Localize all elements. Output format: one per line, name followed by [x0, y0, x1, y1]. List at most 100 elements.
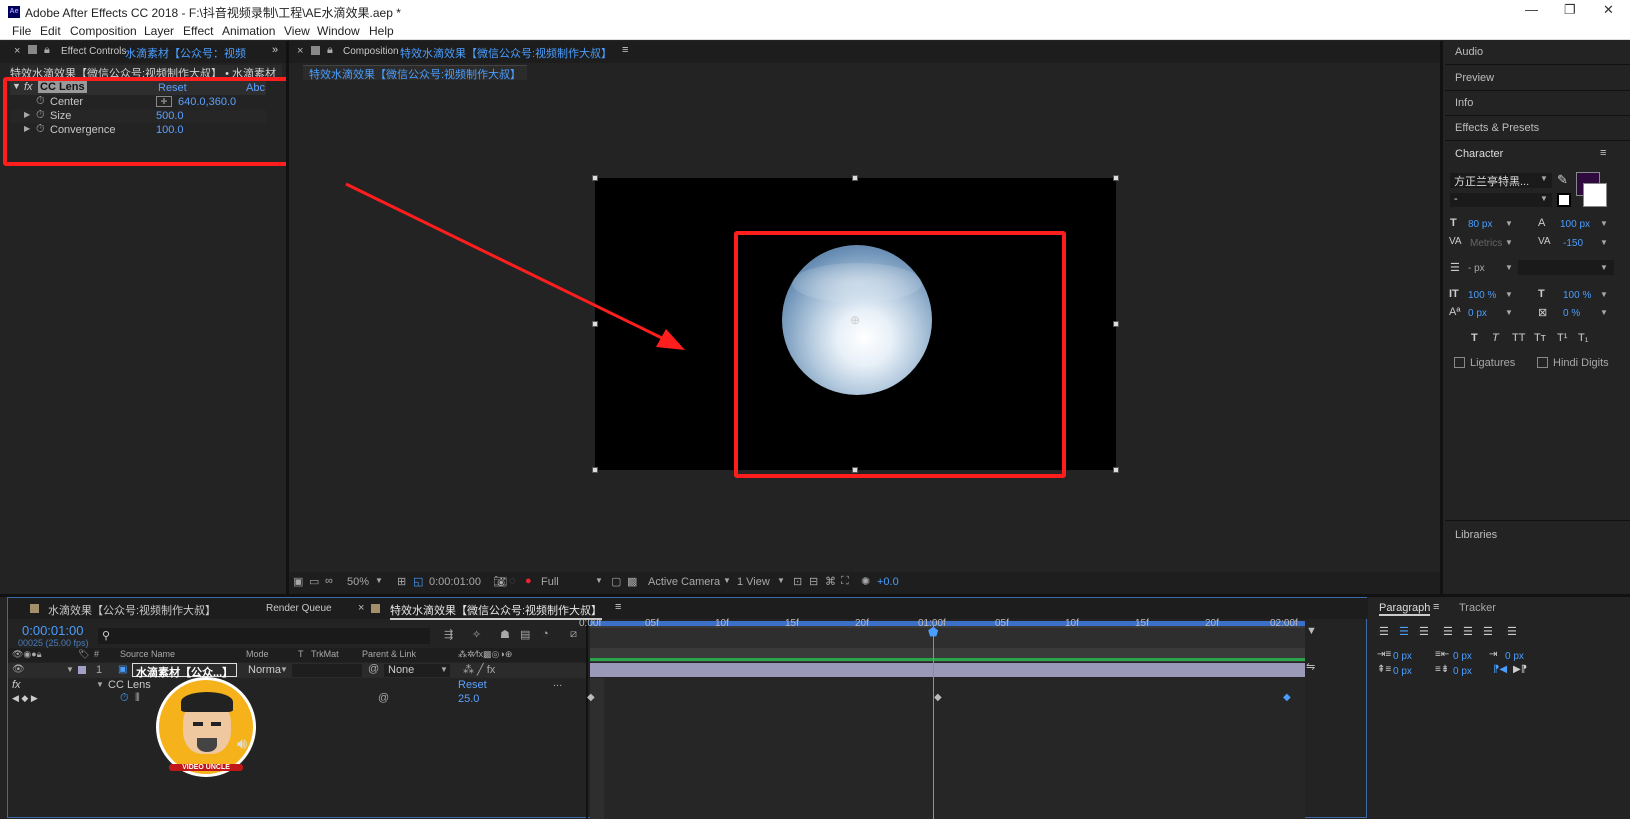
chevron-down-icon[interactable]: ▼	[1505, 263, 1513, 272]
shy-icon[interactable]: ☗	[500, 628, 510, 641]
ltr-direction-icon[interactable]: ⁋◀	[1493, 664, 1507, 675]
close-button[interactable]: ✕	[1603, 2, 1614, 18]
vr-icon[interactable]: ∞	[325, 575, 333, 587]
chevron-down-icon[interactable]: ▼	[375, 576, 383, 585]
panel-overflow-icon[interactable]: »	[272, 44, 278, 56]
font-style-select[interactable]: -	[1450, 193, 1552, 207]
pickwhip-icon[interactable]: @	[378, 692, 389, 704]
draft-3d-icon[interactable]: ✧	[472, 628, 481, 641]
baseline-value[interactable]: 0 px	[1468, 308, 1487, 319]
layer-switches[interactable]: ⁂ ╱ fx	[463, 663, 495, 676]
close-tab-icon[interactable]: ×	[358, 602, 364, 614]
chevron-down-icon[interactable]: ▼	[1540, 194, 1548, 203]
horizontal-scale-value[interactable]: 100 %	[1563, 290, 1591, 301]
font-family-select[interactable]: 方正兰亭特黑...	[1450, 173, 1552, 188]
subscript-button[interactable]: T₁	[1578, 332, 1588, 344]
camera-icon[interactable]: 📷︎	[493, 575, 507, 588]
comp-marker-icon[interactable]: ▼	[1306, 625, 1317, 637]
menu-animation[interactable]: Animation	[222, 24, 275, 38]
preview-panel-tab[interactable]: Preview	[1455, 72, 1494, 84]
tsume-value[interactable]: 0 %	[1563, 308, 1580, 319]
prop-value[interactable]: 25.0	[458, 693, 479, 705]
rtl-direction-icon[interactable]: ▶⁋	[1513, 664, 1527, 675]
minimize-button[interactable]: —	[1525, 2, 1538, 17]
fx-icon[interactable]: fx	[12, 679, 21, 691]
chevron-down-icon[interactable]: ▼	[1540, 174, 1548, 183]
work-area-range[interactable]	[590, 621, 1305, 626]
hamburger-icon[interactable]: ≡	[1433, 601, 1439, 613]
menu-view[interactable]: View	[284, 24, 310, 38]
views-select[interactable]: 1 View	[737, 576, 770, 588]
layer-row[interactable]: 👁︎ ▼ 1 ▣ 水滴素材【公众...】 Norma ▼ @ None ▼ ⁂ …	[8, 663, 586, 679]
align-left-icon[interactable]: ☰	[1379, 625, 1389, 638]
exposure-value[interactable]: +0.0	[877, 576, 899, 588]
mask-icon[interactable]: ◱	[413, 575, 423, 588]
all-caps-button[interactable]: TT	[1512, 332, 1525, 344]
space-after-value[interactable]: 0 px	[1453, 666, 1472, 677]
resolution-select[interactable]: Full	[541, 576, 559, 588]
tracking-value[interactable]: -150	[1563, 238, 1583, 249]
time-ruler[interactable]	[590, 628, 1305, 648]
menu-effect[interactable]: Effect	[183, 24, 213, 38]
vertical-scale-value[interactable]: 100 %	[1468, 290, 1496, 301]
superscript-button[interactable]: T¹	[1557, 332, 1567, 344]
always-preview-icon[interactable]: ▣	[293, 575, 303, 588]
maximize-button[interactable]: ❐	[1564, 2, 1576, 18]
stroke-color-swatch[interactable]	[1557, 193, 1571, 207]
graph-icon[interactable]: ⦀	[135, 692, 140, 705]
first-line-value[interactable]: 0 px	[1505, 651, 1524, 662]
effect-controls-tab[interactable]: Effect Controls	[61, 46, 126, 57]
libraries-panel-tab[interactable]: Libraries	[1455, 529, 1497, 541]
reset-exposure-icon[interactable]: ⊟	[809, 575, 818, 588]
keyframe-icon[interactable]: ◆	[587, 692, 595, 703]
effect-controls-layer[interactable]: 水滴素材【公众号：视频	[125, 45, 246, 61]
timeline-tab-1[interactable]: 水滴效果【公众号:视频制作大叔】	[48, 602, 216, 618]
color-channel-icon[interactable]: ●	[525, 575, 532, 587]
close-tab-icon[interactable]: ×	[14, 45, 20, 57]
layer-name[interactable]: 水滴素材【公众...】	[132, 663, 238, 679]
lock-icon[interactable]: 🔒︎	[327, 44, 333, 57]
indent-left-value[interactable]: 0 px	[1393, 651, 1412, 662]
monitor-icon[interactable]: ▭	[309, 575, 319, 588]
space-before-value[interactable]: 0 px	[1393, 666, 1412, 677]
menu-layer[interactable]: Layer	[144, 24, 174, 38]
chevron-down-icon[interactable]: ▼	[1505, 238, 1513, 247]
toggle-pixel-icon[interactable]: ⊡	[793, 575, 802, 588]
playhead-line[interactable]	[933, 626, 934, 819]
zoom-select[interactable]: 50%	[347, 576, 369, 588]
hamburger-icon[interactable]: ≡	[1600, 147, 1606, 159]
composition-tab-name[interactable]: 特效水滴效果【微信公众号:视频制作大叔】	[400, 45, 612, 61]
chevron-down-icon[interactable]: ▼	[1600, 308, 1608, 317]
chevron-down-icon[interactable]: ▼	[1505, 219, 1513, 228]
chevron-down-icon[interactable]: ▼	[280, 665, 288, 674]
chevron-down-icon[interactable]: ▼	[440, 665, 448, 674]
hindi-digits-checkbox[interactable]	[1537, 357, 1548, 368]
chevron-down-icon[interactable]: ▼	[723, 576, 731, 585]
flowchart-icon[interactable]: ⌘	[825, 575, 836, 588]
layer-mode-select[interactable]: Norma	[248, 664, 281, 676]
region-icon[interactable]: ▢	[611, 575, 621, 588]
faux-bold-button[interactable]: T	[1471, 332, 1478, 344]
trkmat-select[interactable]	[292, 664, 362, 677]
viewer-timecode[interactable]: 0:00:01:00	[429, 576, 481, 588]
transfer-icon[interactable]: ⇋	[1306, 660, 1315, 673]
indent-right-value[interactable]: 0 px	[1453, 651, 1472, 662]
align-center-icon[interactable]: ☰	[1399, 625, 1409, 638]
label-color[interactable]	[78, 666, 86, 674]
panel-menu-icon[interactable]	[28, 45, 37, 54]
chevron-down-icon[interactable]: ▼	[777, 576, 785, 585]
timeline-timecode[interactable]: 0:00:01:00	[22, 623, 83, 638]
ligatures-checkbox[interactable]	[1454, 357, 1465, 368]
stopwatch-icon[interactable]: ⏱︎	[120, 692, 129, 705]
font-size-value[interactable]: 80 px	[1468, 219, 1492, 230]
tracker-tab[interactable]: Tracker	[1459, 602, 1496, 614]
chevron-down-icon[interactable]: ▼	[1600, 219, 1608, 228]
layer-handle[interactable]	[1113, 321, 1119, 327]
camera-select[interactable]: Active Camera	[648, 576, 720, 588]
character-panel-tab[interactable]: Character	[1455, 148, 1503, 160]
effect-row-name[interactable]: CC Lens	[108, 679, 151, 691]
justify-center-icon[interactable]: ☰	[1463, 625, 1473, 638]
network-icon[interactable]: ⛶	[841, 575, 849, 588]
eye-icon[interactable]: 👁︎	[12, 664, 25, 675]
layer-handle[interactable]	[1113, 175, 1119, 181]
